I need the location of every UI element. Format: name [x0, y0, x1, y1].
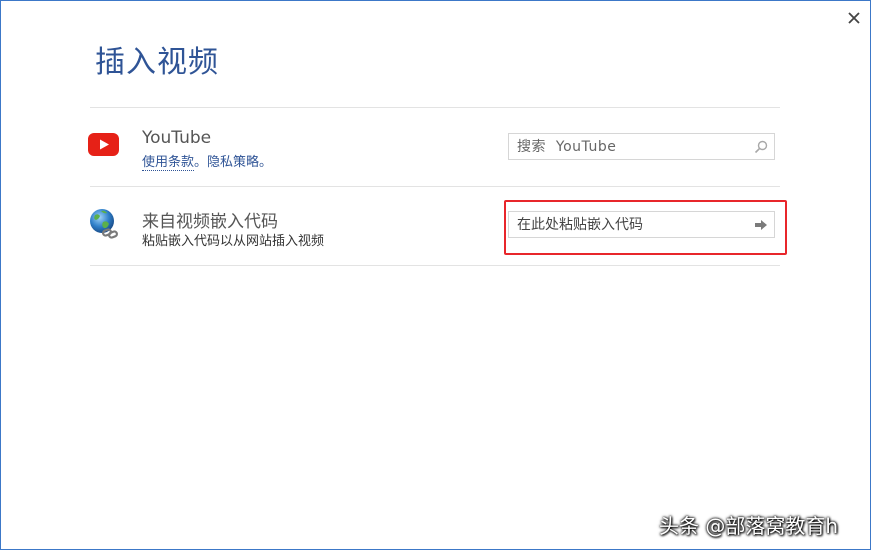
link-end-punct: 。	[259, 155, 273, 170]
youtube-search-input[interactable]	[509, 134, 747, 159]
watermark-text: 头条 @部落窝教育h	[659, 514, 839, 538]
privacy-policy-link[interactable]: 隐私策略	[207, 155, 259, 170]
close-icon	[848, 12, 860, 24]
embed-description: 粘贴嵌入代码以从网站插入视频	[142, 234, 325, 249]
link-separator: 。	[194, 155, 208, 170]
divider-top	[90, 107, 780, 108]
youtube-title: YouTube	[142, 128, 212, 148]
divider-bottom	[90, 265, 780, 266]
highlight-annotation	[504, 200, 787, 255]
close-button[interactable]	[843, 7, 865, 29]
youtube-links: 使用条款。隐私策略。	[142, 151, 273, 171]
youtube-search-box	[508, 133, 775, 160]
terms-of-use-link[interactable]: 使用条款	[142, 155, 195, 171]
embed-title: 来自视频嵌入代码	[142, 212, 278, 232]
dialog-title: 插入视频	[95, 45, 219, 80]
search-icon	[754, 140, 768, 153]
search-button[interactable]	[748, 134, 774, 159]
youtube-play-icon	[88, 133, 119, 156]
globe-link-icon	[90, 209, 119, 239]
insert-video-dialog: 插入视频 YouTube 使用条款。隐私策略。 搜索 YouTube 来自视频嵌…	[0, 0, 871, 550]
divider-middle	[90, 186, 780, 187]
